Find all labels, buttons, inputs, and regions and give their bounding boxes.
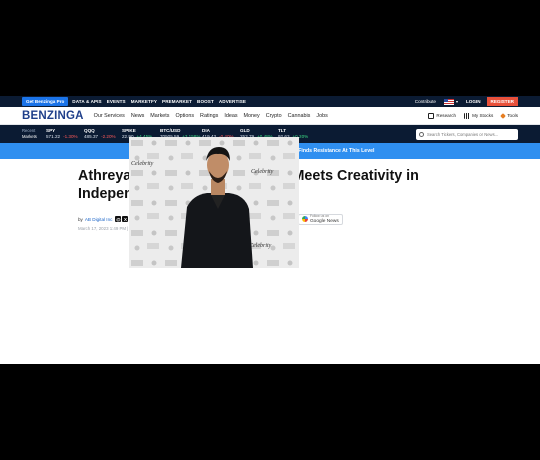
nav-ratings[interactable]: Ratings: [200, 113, 218, 119]
research-icon: [428, 112, 435, 119]
nav-cannabis[interactable]: Cannabis: [288, 113, 311, 119]
login-button[interactable]: LOGIN: [466, 99, 481, 104]
tools-link[interactable]: Tools: [500, 112, 518, 119]
benzinga-logo[interactable]: BENZINGA: [22, 110, 84, 122]
nav-ideas[interactable]: Ideas: [224, 113, 237, 119]
search-input[interactable]: [426, 131, 515, 137]
author-threads-icon[interactable]: @: [115, 216, 122, 222]
google-news-icon: [301, 216, 308, 222]
topbar-link-events[interactable]: EVENTS: [107, 99, 126, 104]
nav-news[interactable]: News: [131, 113, 144, 119]
nav-options[interactable]: Options: [175, 113, 194, 119]
chevron-down-icon[interactable]: ▾: [456, 99, 458, 104]
contribute-link[interactable]: Contribute: [415, 99, 436, 104]
register-button[interactable]: REGISTER: [486, 97, 518, 106]
backdrop-word: Celebrity: [131, 161, 154, 167]
get-benzinga-pro-button[interactable]: Get Benzinga Pro: [22, 97, 69, 106]
byline-prefix: by: [78, 216, 83, 222]
top-utility-bar: Get Benzinga Pro DATA & APIS EVENTS MARK…: [0, 96, 540, 107]
photo-illustration: Celebrity Celebrity Celebrity: [129, 137, 299, 268]
author-x-icon[interactable]: X: [122, 216, 129, 222]
byline: by AB Digital Inc @ X: [78, 216, 129, 222]
author-link[interactable]: AB Digital Inc: [85, 217, 113, 222]
ticker-change: -2.20%: [101, 134, 116, 139]
backdrop-word: Celebrity: [249, 243, 272, 249]
markets-label: Markets: [22, 134, 37, 139]
ticker-change: -1.30%: [63, 134, 78, 139]
nav-markets[interactable]: Markets: [150, 113, 169, 119]
google-news-label: Google News: [309, 219, 339, 224]
ticker-item[interactable]: SPY 571.22 -1.30%: [46, 125, 84, 143]
nav-money[interactable]: Money: [244, 113, 260, 119]
ticker-item[interactable]: QQQ 485.37 -2.20%: [84, 125, 122, 143]
ticker-price: 485.37: [84, 134, 99, 139]
topbar-link-advertise[interactable]: ADVERTISE: [219, 99, 246, 104]
google-news-button[interactable]: Follow us on Google News: [297, 213, 343, 225]
ticker-search-box[interactable]: [416, 128, 518, 140]
backdrop-word: Celebrity: [251, 169, 274, 175]
nav-our-services[interactable]: Our Services: [94, 113, 125, 119]
nav-crypto[interactable]: Crypto: [266, 113, 282, 119]
main-navigation: BENZINGA Our Services News Markets Optio…: [0, 107, 540, 125]
nav-jobs[interactable]: Jobs: [316, 113, 327, 119]
recent-markets-toggle[interactable]: Recent Markets: [22, 125, 46, 143]
topbar-link-data-apis[interactable]: DATA & APIS: [72, 99, 101, 104]
topbar-link-premarket[interactable]: PREMARKET: [162, 99, 192, 104]
google-news-small-label: Follow us on: [309, 214, 329, 218]
research-label: Research: [436, 113, 457, 118]
research-link[interactable]: Research: [428, 112, 457, 119]
topbar-link-boost[interactable]: BOOST: [197, 99, 214, 104]
tools-icon: [500, 112, 507, 119]
my-stocks-link[interactable]: My Stocks: [464, 112, 494, 119]
ticker-price: 571.22: [46, 134, 61, 139]
article-photo: Celebrity Celebrity Celebrity: [129, 137, 299, 268]
stocks-icon: [464, 112, 471, 119]
tools-label: Tools: [507, 113, 518, 118]
topbar-link-marketfy[interactable]: MARKETFY: [131, 99, 157, 104]
us-flag-icon[interactable]: [443, 98, 454, 105]
my-stocks-label: My Stocks: [472, 113, 494, 118]
search-icon: [419, 131, 424, 137]
